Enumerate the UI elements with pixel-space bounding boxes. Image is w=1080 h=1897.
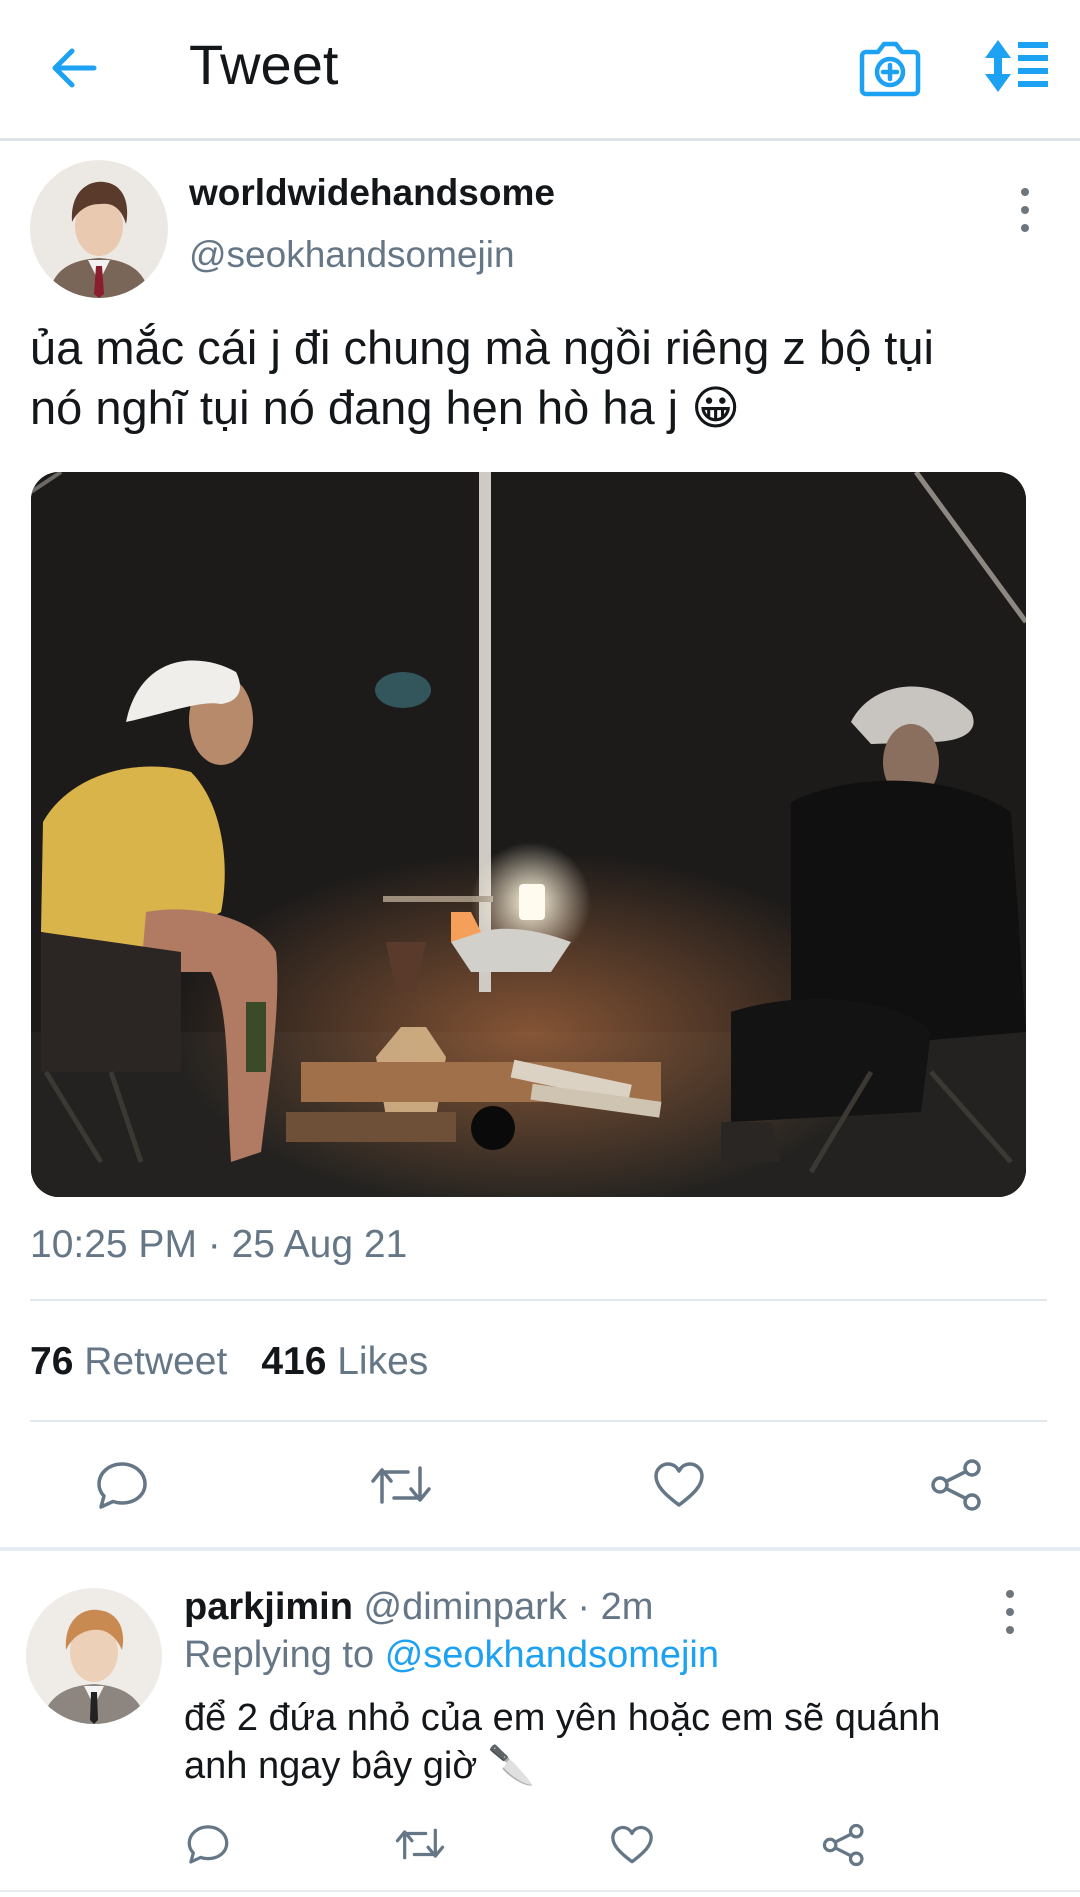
tweet-text-line-2: nó nghĩ tụi nó đang hẹn hò ha j 😀 <box>30 378 1050 438</box>
tweet-timestamp: 10:25 PM · 25 Aug 21 <box>30 1223 408 1266</box>
share-icon <box>931 1459 981 1511</box>
camera-plus-icon <box>859 41 921 97</box>
divider <box>0 1890 1080 1892</box>
share-button[interactable] <box>928 1456 986 1514</box>
dot <box>1021 224 1029 232</box>
heart-icon <box>611 1825 653 1864</box>
sort-button[interactable] <box>984 38 1050 94</box>
dot <box>1006 1626 1014 1634</box>
retweet-icon <box>395 1828 445 1860</box>
author-handle[interactable]: @seokhandsomejin <box>189 234 515 276</box>
avatar[interactable] <box>30 160 168 298</box>
author-display-name[interactable]: worldwidehandsome <box>189 172 555 214</box>
share-icon <box>822 1823 864 1867</box>
reply-header: parkjimin @diminpark · 2m <box>184 1586 653 1629</box>
camera-button[interactable] <box>858 38 922 98</box>
tweet-stats: 76 Retweet 416 Likes <box>30 1340 428 1384</box>
retweet-button[interactable] <box>369 1458 433 1512</box>
reply-retweet-button[interactable] <box>394 1824 446 1864</box>
retweet-label: Retweet <box>84 1340 228 1383</box>
top-bar: Tweet <box>0 0 1080 141</box>
likes-stat[interactable]: 416 Likes <box>261 1340 428 1384</box>
section-divider <box>0 1547 1080 1551</box>
reply-text-line: anh ngay bây giờ <box>184 1745 478 1787</box>
reply-avatar[interactable] <box>26 1588 162 1724</box>
heart-icon <box>654 1462 704 1507</box>
reply-meta: @diminpark · 2m <box>363 1586 654 1628</box>
arrow-left-icon <box>52 48 97 88</box>
dot <box>1021 188 1029 196</box>
dot <box>1021 206 1029 214</box>
grinning-emoji-icon: 😀 <box>691 381 741 434</box>
reply-like-button[interactable] <box>608 1824 656 1866</box>
photo-image <box>31 472 1026 1197</box>
avatar-image <box>30 160 168 298</box>
reply-more-button[interactable] <box>998 1590 1022 1634</box>
dot <box>1006 1590 1014 1598</box>
comment-icon <box>97 1462 147 1509</box>
divider <box>30 1299 1047 1301</box>
back-button[interactable] <box>46 40 102 96</box>
reply-comment-button[interactable] <box>184 1822 232 1866</box>
knife-emoji-icon: 🔪 <box>487 1745 536 1787</box>
replying-label: Replying to <box>184 1634 375 1676</box>
reply-text-line-2: anh ngay bây giờ 🔪 <box>184 1742 1024 1790</box>
comment-icon <box>187 1825 229 1864</box>
dot <box>1006 1608 1014 1616</box>
like-count: 416 <box>261 1340 327 1383</box>
reply-text: để 2 đứa nhỏ của em yên hoặc em sẽ quánh… <box>184 1694 1024 1790</box>
retweet-icon <box>371 1466 431 1504</box>
retweet-stat[interactable]: 76 Retweet <box>30 1340 227 1384</box>
page-title: Tweet <box>189 33 339 96</box>
tweet-more-button[interactable] <box>1013 188 1037 232</box>
reply-text-line: để 2 đứa nhỏ của em yên hoặc em sẽ quánh <box>184 1697 941 1739</box>
avatar-image <box>26 1588 162 1724</box>
sort-list-icon <box>985 40 1048 92</box>
replying-handle-link[interactable]: @seokhandsomejin <box>385 1634 719 1676</box>
likes-label: Likes <box>337 1340 429 1383</box>
tweet-text: ủa mắc cái j đi chung mà ngồi riêng z bộ… <box>30 318 1050 438</box>
like-button[interactable] <box>650 1458 708 1512</box>
divider <box>30 1420 1047 1422</box>
tweet-photo[interactable] <box>31 472 1026 1197</box>
replying-to: Replying to @seokhandsomejin <box>184 1634 719 1677</box>
reply-display-name[interactable]: parkjimin <box>184 1586 353 1628</box>
reply-button[interactable] <box>92 1458 152 1512</box>
retweet-count: 76 <box>30 1340 74 1383</box>
tweet-text-line: ủa mắc cái j đi chung mà ngồi riêng z bộ… <box>30 321 934 374</box>
tweet-text-line: nó nghĩ tụi nó đang hẹn hò ha j <box>30 381 679 434</box>
reply-share-button[interactable] <box>820 1822 868 1868</box>
